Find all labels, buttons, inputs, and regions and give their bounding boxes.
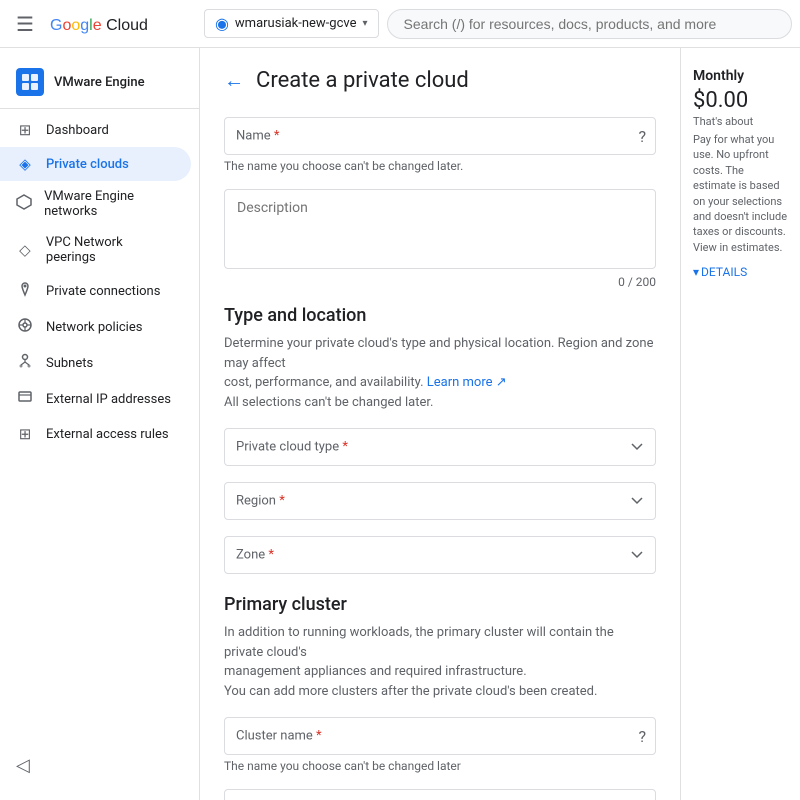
cluster-name-row: Cluster name * ? [224,717,656,755]
cluster-name-input[interactable] [224,717,656,755]
project-icon: ◉ [215,14,229,33]
cluster-name-group: Cluster name * ? The name you choose can… [224,717,656,773]
region-group: Region * [224,482,656,520]
google-cloud-svg: Google Cloud [50,13,180,35]
menu-icon[interactable]: ☰ [8,4,42,44]
sidebar-item-private-clouds-label: Private clouds [46,157,129,172]
pay-note: Pay for what you use. No upfront costs. … [693,132,788,255]
sidebar-item-external-ip-label: External IP addresses [46,392,171,407]
form-area: ← Create a private cloud Name * ? The na… [200,48,680,800]
sidebar-item-private-connections[interactable]: Private connections [0,273,191,309]
price-note: That's about [693,115,788,128]
back-button[interactable]: ← [224,68,244,93]
sidebar-item-vpc-network-peerings[interactable]: ◇ VPC Network peerings [0,227,191,273]
sidebar-item-dashboard[interactable]: ⊞ Dashboard [0,113,191,147]
sidebar-item-external-access-label: External access rules [46,427,169,442]
search-input[interactable] [387,9,792,39]
name-input-row: Name * ? [224,117,656,155]
page-header: ← Create a private cloud [224,68,656,93]
region-select[interactable] [224,482,656,520]
zone-select[interactable] [224,536,656,574]
learn-more-link[interactable]: Learn more ↗ [427,375,507,390]
external-access-icon: ⊞ [16,425,34,443]
cluster-name-hint: The name you choose can't be changed lat… [224,759,656,773]
collapse-icon: ◁ [16,755,30,776]
sidebar-item-external-ip-addresses[interactable]: External IP addresses [0,381,191,417]
svg-text:Google Cloud: Google Cloud [50,17,148,34]
price: $0.00 [693,88,788,113]
topbar: ☰ Google Cloud ◉ wmarusiak-new-gcve ▾ [0,0,800,48]
sidebar: VMware Engine ⊞ Dashboard ◈ Private clou… [0,48,200,800]
main-content: ← Create a private cloud Name * ? The na… [200,48,800,800]
name-input[interactable] [224,117,656,155]
dashboard-icon: ⊞ [16,121,34,139]
subnets-icon [16,353,34,373]
details-label: DETAILS [701,265,747,279]
region-row: Region * [224,482,656,520]
project-name: wmarusiak-new-gcve [235,16,357,31]
sidebar-item-vpc-peerings-label: VPC Network peerings [46,235,175,265]
private-cloud-type-select[interactable] [224,428,656,466]
primary-cluster-description: In addition to running workloads, the pr… [224,623,656,701]
name-hint: The name you choose can't be changed lat… [224,159,656,173]
description-textarea[interactable] [224,189,656,269]
sidebar-item-dashboard-label: Dashboard [46,123,109,138]
primary-cluster-section: Primary cluster In addition to running w… [224,594,656,800]
zone-group: Zone * [224,536,656,574]
page-title: Create a private cloud [256,68,469,93]
sidebar-product-header: VMware Engine [0,56,199,109]
private-clouds-icon: ◈ [16,155,34,173]
sidebar-item-vmware-networks-label: VMware Engine networks [44,189,175,219]
type-location-title: Type and location [224,305,656,326]
sidebar-item-external-access-rules[interactable]: ⊞ External access rules [0,417,191,451]
sidebar-item-network-policies[interactable]: Network policies [0,309,191,345]
external-ip-icon [16,389,34,409]
primary-cluster-title: Primary cluster [224,594,656,615]
details-link[interactable]: ▾ DETAILS [693,265,788,279]
node-type-select[interactable] [224,789,656,800]
char-count: 0 / 200 [224,275,656,289]
google-cloud-logo: Google Cloud [50,13,180,35]
type-location-description: Determine your private cloud's type and … [224,334,656,412]
vmware-networks-icon [16,194,32,214]
monthly-title: Monthly [693,68,788,84]
node-type-group: Node type * [224,789,656,800]
right-panel: Monthly $0.00 That's about Pay for what … [680,48,800,800]
sidebar-item-subnets[interactable]: Subnets [0,345,191,381]
network-policies-icon [16,317,34,337]
vpc-peerings-icon: ◇ [16,241,34,259]
project-chevron-icon: ▾ [363,18,368,29]
sidebar-item-vmware-engine-networks[interactable]: VMware Engine networks [0,181,191,227]
vmware-engine-icon [16,68,44,96]
sidebar-item-subnets-label: Subnets [46,356,93,371]
node-type-row: Node type * [224,789,656,800]
app-layout: VMware Engine ⊞ Dashboard ◈ Private clou… [0,48,800,800]
project-selector[interactable]: ◉ wmarusiak-new-gcve ▾ [204,9,379,38]
sidebar-product-title: VMware Engine [54,75,145,90]
sidebar-item-network-policies-label: Network policies [46,320,142,335]
name-field-group: Name * ? The name you choose can't be ch… [224,117,656,173]
type-location-section: Type and location Determine your private… [224,305,656,574]
private-cloud-type-row: Private cloud type * [224,428,656,466]
sidebar-item-private-clouds[interactable]: ◈ Private clouds [0,147,191,181]
private-connections-icon [16,281,34,301]
sidebar-item-private-connections-label: Private connections [46,284,160,299]
name-help-icon[interactable]: ? [638,127,646,146]
zone-row: Zone * [224,536,656,574]
cluster-name-help-icon[interactable]: ? [638,727,646,746]
details-chevron-icon: ▾ [693,265,699,279]
sidebar-collapse-btn[interactable]: ◁ [0,747,46,784]
private-cloud-type-group: Private cloud type * [224,428,656,466]
description-field-group: 0 / 200 [224,189,656,289]
